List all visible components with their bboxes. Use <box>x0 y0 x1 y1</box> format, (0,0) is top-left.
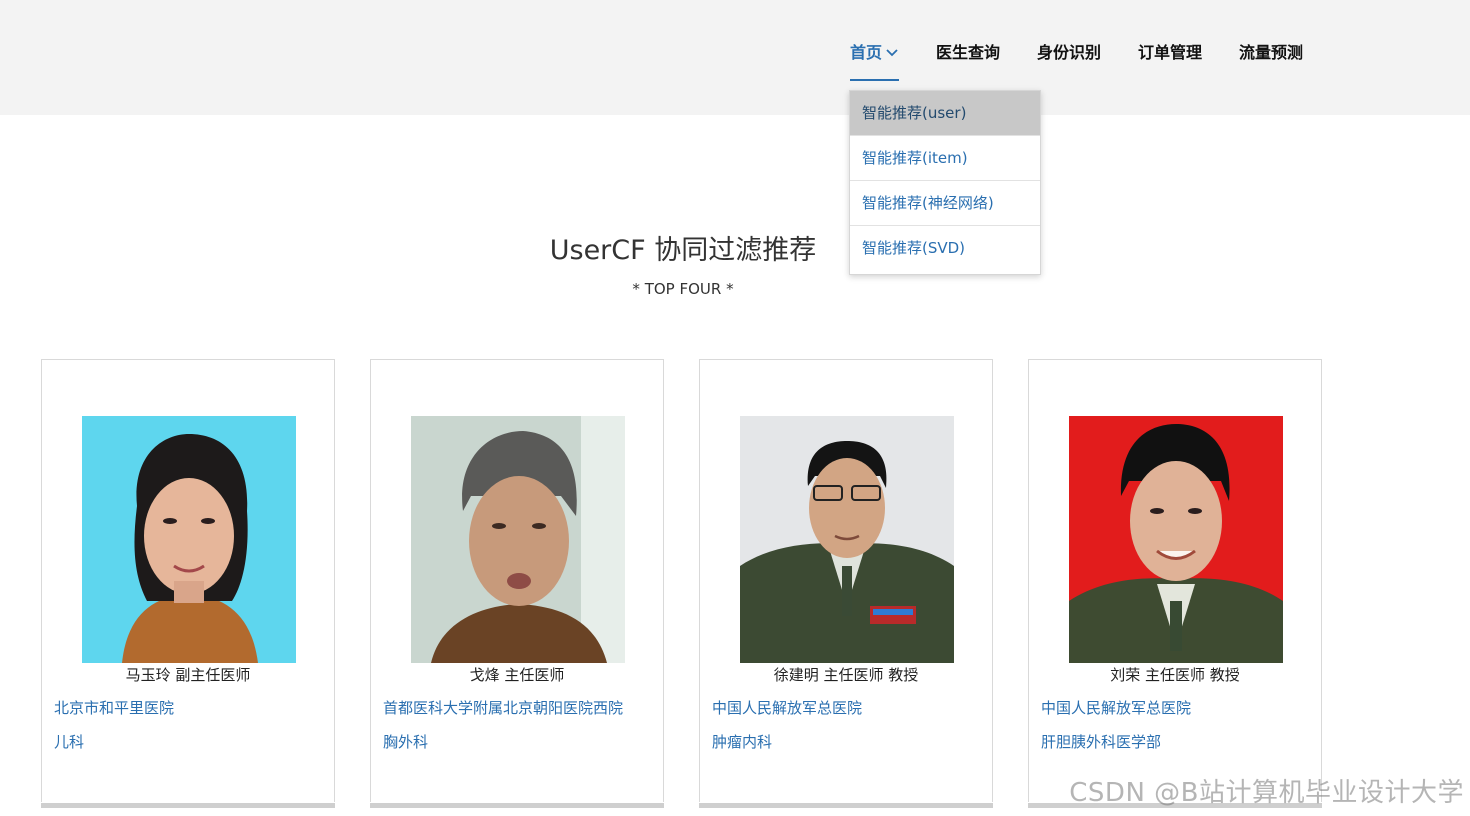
dropdown-item-neural-net[interactable]: 智能推荐(神经网络) <box>850 181 1040 226</box>
section-subtitle: * TOP FOUR * <box>632 280 734 298</box>
doctor-name: 徐建明 主任医师 教授 <box>773 666 919 684</box>
section-title: UserCF 协同过滤推荐 <box>549 235 817 266</box>
card-bottom-border <box>699 803 993 808</box>
nav-item-home-label: 首页 <box>850 43 883 62</box>
doctor-name: 戈烽 主任医师 <box>469 666 565 684</box>
doctor-department-link[interactable]: 肝胆胰外科医学部 <box>1041 731 1161 752</box>
doctor-hospital-link[interactable]: 中国人民解放军总医院 <box>1041 697 1191 718</box>
doctor-hospital-link[interactable]: 中国人民解放军总医院 <box>712 697 862 718</box>
doctor-card: 戈烽 主任医师 首都医科大学附属北京朝阳医院西院 胸外科 <box>370 359 664 808</box>
top-header: 首页 医生查询 身份识别 订单管理 流量预测 <box>0 0 1470 115</box>
chevron-down-icon <box>886 49 898 57</box>
nav-item-orders[interactable]: 订单管理 <box>1138 41 1202 81</box>
nav-item-identity[interactable]: 身份识别 <box>1037 41 1101 81</box>
doctor-department-link[interactable]: 胸外科 <box>383 731 428 752</box>
doctor-name: 马玉玲 副主任医师 <box>125 666 251 684</box>
nav-item-home[interactable]: 首页 <box>850 41 900 81</box>
doctor-card: 马玉玲 副主任医师 北京市和平里医院 儿科 <box>41 359 335 808</box>
card-bottom-border <box>370 803 664 808</box>
doctor-card: 徐建明 主任医师 教授 中国人民解放军总医院 肿瘤内科 <box>699 359 993 808</box>
nav-item-doctor-search[interactable]: 医生查询 <box>936 41 1000 81</box>
doctor-department-link[interactable]: 儿科 <box>54 731 84 752</box>
dropdown-item-item-cf[interactable]: 智能推荐(item) <box>850 136 1040 181</box>
nav-item-traffic-forecast[interactable]: 流量预测 <box>1239 41 1303 81</box>
home-dropdown-menu: 智能推荐(user) 智能推荐(item) 智能推荐(神经网络) 智能推荐(SV… <box>849 90 1041 275</box>
dropdown-item-svd[interactable]: 智能推荐(SVD) <box>850 226 1040 272</box>
doctor-card: 刘荣 主任医师 教授 中国人民解放军总医院 肝胆胰外科医学部 <box>1028 359 1322 808</box>
active-tab-indicator <box>850 79 900 81</box>
doctor-name: 刘荣 主任医师 教授 <box>1110 666 1240 684</box>
doctor-department-link[interactable]: 肿瘤内科 <box>712 731 772 752</box>
doctor-hospital-link[interactable]: 首都医科大学附属北京朝阳医院西院 <box>383 697 623 718</box>
doctor-photo[interactable] <box>740 416 954 663</box>
doctor-photo[interactable] <box>82 416 296 663</box>
card-bottom-border <box>41 803 335 808</box>
watermark: CSDN @B站计算机毕业设计大学 <box>1069 778 1464 808</box>
doctor-photo[interactable] <box>411 416 625 663</box>
doctor-hospital-link[interactable]: 北京市和平里医院 <box>54 697 174 718</box>
dropdown-item-user-cf[interactable]: 智能推荐(user) <box>850 91 1040 136</box>
doctor-photo[interactable] <box>1069 416 1283 663</box>
